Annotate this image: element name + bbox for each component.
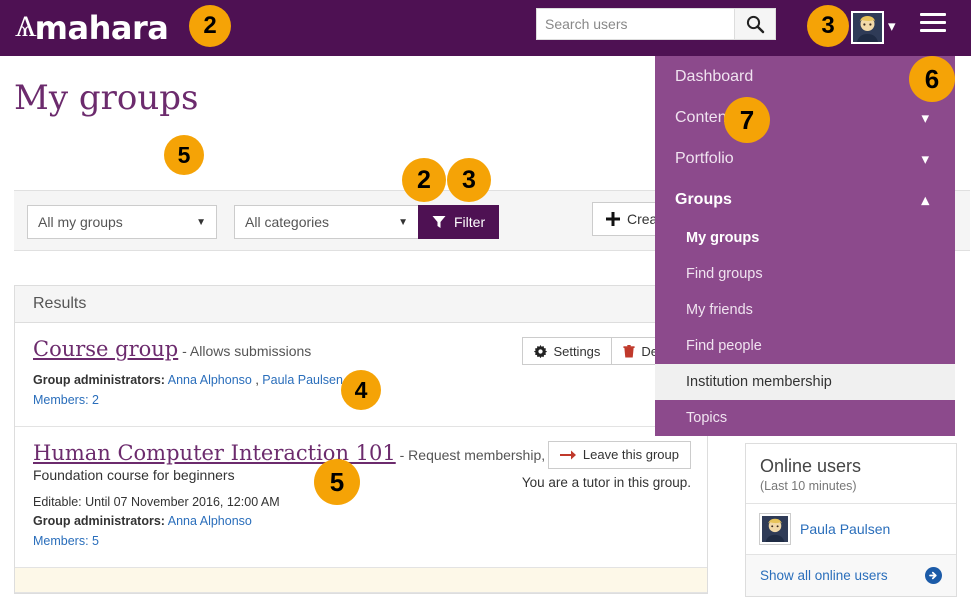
arrow-right-icon xyxy=(559,450,576,460)
logo-mark-icon: Ѧ xyxy=(15,9,37,44)
chevron-up-icon: ▴ xyxy=(921,191,929,209)
nav-subitem-find-people[interactable]: Find people xyxy=(655,328,955,364)
nav-item-groups[interactable]: Groups ▴ xyxy=(655,179,955,220)
annotation-badge-5: 5 xyxy=(164,135,204,175)
tutor-note: You are a tutor in this group. xyxy=(521,474,691,490)
search-box[interactable] xyxy=(536,8,776,40)
annotation-badge-3: 3 xyxy=(447,158,491,202)
hamburger-line xyxy=(920,21,946,24)
leave-group-button[interactable]: Leave this group xyxy=(547,440,691,469)
chevron-down-icon: ▼ xyxy=(196,216,206,228)
chevron-down-icon: ▾ xyxy=(921,109,929,127)
group-row-partial xyxy=(15,568,707,594)
page-title: My groups xyxy=(14,78,199,118)
annotation-badge-5: 5 xyxy=(314,459,360,505)
group-title-link[interactable]: Course group xyxy=(33,337,178,361)
online-user-link[interactable]: Paula Paulsen xyxy=(800,521,890,537)
leave-group-label: Leave this group xyxy=(582,447,679,463)
filter-button[interactable]: Filter xyxy=(418,205,500,239)
trash-icon xyxy=(623,344,635,358)
filter-button-label: Filter xyxy=(454,214,486,230)
show-all-online-users-link[interactable]: Show all online users xyxy=(760,568,888,583)
search-icon xyxy=(746,15,765,34)
online-users-title: Online users xyxy=(760,456,862,476)
group-filter-value: All my groups xyxy=(38,214,123,230)
annotation-badge-4: 4 xyxy=(341,370,381,410)
nav-subitem-label: Find people xyxy=(686,338,762,354)
plus-icon xyxy=(606,212,620,226)
group-filter-select[interactable]: All my groups ▼ xyxy=(27,205,217,239)
nav-subitem-label: My friends xyxy=(686,302,753,318)
group-members-link[interactable]: Members: 5 xyxy=(33,534,99,548)
gear-icon xyxy=(534,344,548,358)
hamburger-line xyxy=(920,29,946,32)
online-users-footer: Show all online users xyxy=(746,555,956,596)
online-users-header: Online users (Last 10 minutes) xyxy=(746,444,956,504)
group-row-actions: Leave this group xyxy=(547,440,691,469)
category-filter-select[interactable]: All categories ▼ xyxy=(234,205,419,239)
annotation-badge-7: 7 xyxy=(724,97,770,143)
annotation-badge-6: 6 xyxy=(909,56,955,102)
annotation-badge-2: 2 xyxy=(402,158,446,202)
nav-subitem-my-friends[interactable]: My friends xyxy=(655,292,955,328)
list-item[interactable]: Paula Paulsen xyxy=(746,504,956,555)
category-filter-value: All categories xyxy=(245,214,330,230)
chevron-down-icon: ▾ xyxy=(921,150,929,168)
nav-item-label: Groups xyxy=(675,190,732,208)
nav-subitem-label: Topics xyxy=(686,410,728,426)
avatar-image xyxy=(853,13,882,42)
nav-item-content[interactable]: Content ▾ xyxy=(655,97,955,138)
results-header: Results xyxy=(15,286,707,323)
group-admins-label: Group administrators: xyxy=(33,514,165,529)
group-row: Leave this group You are a tutor in this… xyxy=(15,427,707,569)
group-admin-link[interactable]: Anna Alphonso xyxy=(168,373,252,387)
annotation-badge-3: 3 xyxy=(807,5,849,47)
admins-separator: , xyxy=(251,373,263,388)
group-subtitle: - Allows submissions xyxy=(178,343,312,359)
hamburger-line xyxy=(920,13,946,16)
mahara-logo[interactable]: Ѧ mahara xyxy=(15,6,169,50)
annotation-badge-2: 2 xyxy=(189,5,231,47)
nav-subitem-institution-membership[interactable]: Institution membership xyxy=(655,364,955,400)
group-editable: Editable: Until 07 November 2016, 12:00 … xyxy=(33,495,280,510)
nav-subitem-topics[interactable]: Topics xyxy=(655,400,955,436)
search-button[interactable] xyxy=(734,9,775,39)
nav-subitem-label: Find groups xyxy=(686,266,763,282)
search-input[interactable] xyxy=(537,9,734,39)
nav-item-portfolio[interactable]: Portfolio ▾ xyxy=(655,138,955,179)
group-admin-link[interactable]: Paula Paulsen xyxy=(262,373,343,387)
settings-label: Settings xyxy=(553,343,601,359)
online-users-subtitle: (Last 10 minutes) xyxy=(760,479,857,493)
online-users-panel: Online users (Last 10 minutes) Paula Pau… xyxy=(745,443,957,597)
avatar xyxy=(759,513,791,545)
chevron-down-icon: ▼ xyxy=(398,216,408,228)
funnel-icon xyxy=(432,216,446,228)
settings-button[interactable]: Settings xyxy=(522,337,613,365)
group-admins-label: Group administrators: xyxy=(33,373,165,388)
logo-text: mahara xyxy=(34,9,169,47)
nav-item-label: Content xyxy=(675,108,732,126)
arrow-circle-right-icon[interactable] xyxy=(925,567,942,584)
group-meta: Editable: Until 07 November 2016, 12:00 … xyxy=(33,493,689,551)
nav-item-label: Portfolio xyxy=(675,149,734,167)
hamburger-icon[interactable] xyxy=(920,13,946,35)
group-members-link[interactable]: Members: 2 xyxy=(33,393,99,407)
chevron-down-icon[interactable]: ▾ xyxy=(888,17,896,35)
nav-item-label: Dashboard xyxy=(675,67,754,85)
nav-subitem-label: Institution membership xyxy=(686,374,832,390)
main-navigation-dropdown: Dashboard Content ▾ Portfolio ▾ Groups ▴… xyxy=(655,56,955,436)
nav-subitem-label: My groups xyxy=(686,230,760,246)
results-panel: Results Settings Delete xyxy=(14,285,708,595)
nav-subitem-my-groups[interactable]: My groups xyxy=(655,220,955,256)
avatar-image xyxy=(762,516,788,542)
nav-subitem-find-groups[interactable]: Find groups xyxy=(655,256,955,292)
group-admin-link[interactable]: Anna Alphonso xyxy=(168,514,252,528)
avatar[interactable] xyxy=(851,11,884,44)
